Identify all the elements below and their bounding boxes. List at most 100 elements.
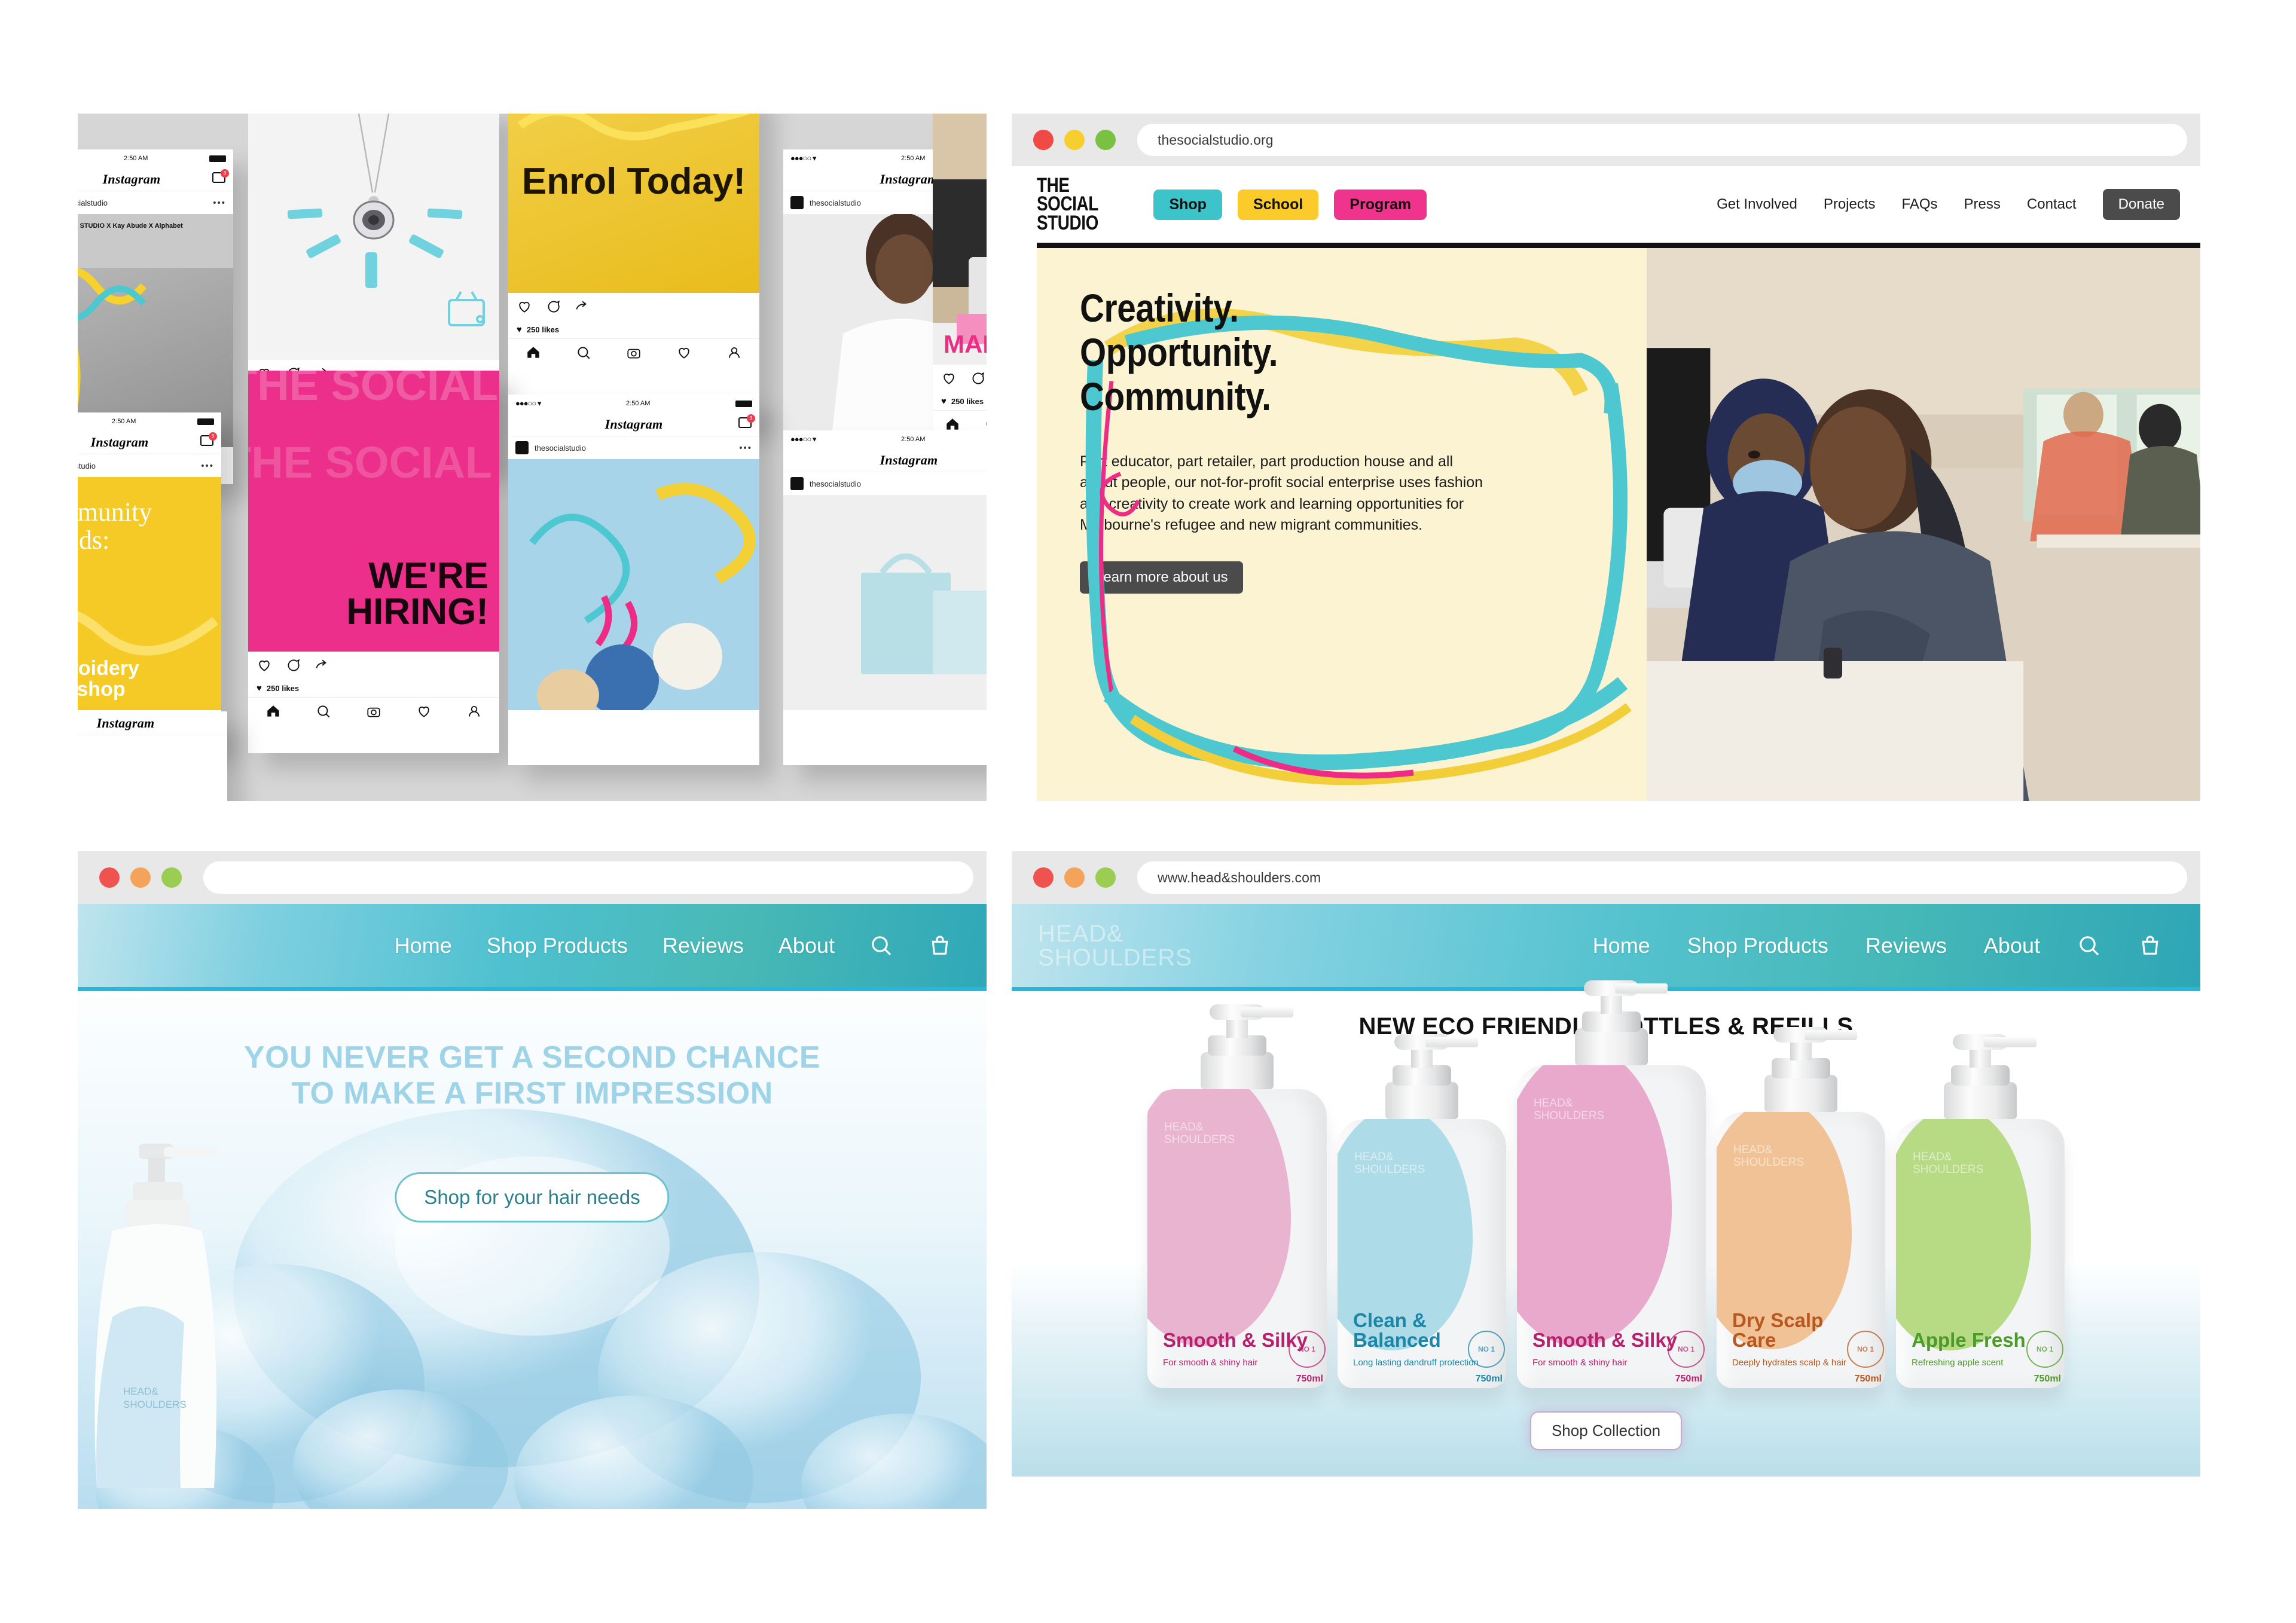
address-bar[interactable]	[203, 861, 973, 894]
product-bottle[interactable]: HEAD& SHOULDERS Smooth & Silky For smooth…	[1517, 980, 1706, 1388]
share-icon[interactable]	[314, 658, 329, 673]
home-icon[interactable]	[945, 417, 960, 432]
product-bottle[interactable]: HEAD& SHOULDERS Clean & Balanced Long las…	[1338, 1034, 1506, 1388]
post-actions[interactable]	[508, 293, 759, 320]
like-icon[interactable]	[517, 299, 532, 314]
close-button[interactable]	[99, 867, 120, 888]
product-bottle[interactable]: HEAD& SHOULDERS Dry Scalp Care Deeply hyd…	[1717, 1027, 1885, 1388]
nav-projects[interactable]: Projects	[1824, 196, 1876, 213]
phone-status-bar: ●●●○○ ▾ 2:50 AM	[508, 395, 759, 412]
more-options-icon[interactable]: •••	[739, 443, 752, 453]
instagram-post-card[interactable]: ●●●○○ ▾ 2:50 AM Instagram 3 thesocialstu…	[783, 430, 987, 765]
nav-reviews[interactable]: Reviews	[662, 933, 744, 958]
bottle-body: HEAD& SHOULDERS Apple Fresh Refreshing ap…	[1896, 1119, 2065, 1388]
pill-shop[interactable]: Shop	[1153, 189, 1222, 220]
shop-collection-button[interactable]: Shop Collection	[1529, 1411, 1683, 1450]
nav-home[interactable]: Home	[395, 933, 452, 958]
instagram-post-card[interactable]: THE SOCIAL STUDIO THE SOCIAL STUDIO WE'R…	[248, 371, 499, 753]
comment-icon[interactable]	[285, 658, 301, 673]
instagram-post-card[interactable]: ●●●○○ ▾ 2:50 AM Instagram 3 thesocialstu…	[78, 412, 221, 747]
donate-button[interactable]: Donate	[2102, 189, 2180, 220]
site-logo[interactable]: HEAD& SHOULDERS	[1038, 922, 1192, 970]
nav-press[interactable]: Press	[1964, 196, 2001, 213]
home-icon[interactable]	[265, 704, 281, 719]
direct-message-icon[interactable]: 3	[200, 432, 217, 447]
camera-icon[interactable]	[366, 704, 381, 719]
bottle-body: HEAD& SHOULDERS Smooth & Silky For smooth…	[1147, 1089, 1327, 1388]
post-image: MADE WITH	[933, 114, 987, 365]
bag-icon[interactable]	[928, 934, 952, 958]
nav-reviews[interactable]: Reviews	[1866, 933, 1947, 958]
product-bottle[interactable]: HEAD& SHOULDERS Apple Fresh Refreshing ap…	[1896, 1034, 2065, 1388]
signal-icon: ●●●○○ ▾	[515, 399, 541, 408]
category-pills: Shop School Program	[1153, 189, 1427, 220]
maximize-button[interactable]	[1095, 130, 1116, 150]
nav-home[interactable]: Home	[1593, 933, 1650, 958]
window-controls[interactable]	[99, 867, 182, 888]
instagram-tabbar[interactable]	[248, 697, 499, 725]
post-actions[interactable]	[248, 652, 499, 679]
window-controls[interactable]	[1033, 130, 1116, 150]
maximize-button[interactable]	[161, 867, 182, 888]
instagram-post-card[interactable]: Enrol Today! ♥ 250 likes	[508, 114, 759, 424]
nav-shop-products[interactable]: Shop Products	[487, 933, 628, 958]
nav-faqs[interactable]: FAQs	[1902, 196, 1938, 213]
instagram-wordmark: Instagram	[96, 715, 155, 730]
direct-message-icon[interactable]: 3	[212, 169, 229, 184]
nav-get-involved[interactable]: Get Involved	[1717, 196, 1797, 213]
close-button[interactable]	[1033, 130, 1054, 150]
comment-icon[interactable]	[545, 299, 561, 314]
share-icon[interactable]	[574, 299, 590, 314]
search-icon[interactable]	[576, 345, 591, 360]
profile-icon[interactable]	[466, 704, 482, 719]
instagram-wordmark: Instagram	[102, 171, 161, 187]
shop-hair-needs-button[interactable]: Shop for your hair needs	[395, 1172, 670, 1222]
logo-line-2: SOCIAL	[1037, 192, 1098, 216]
post-actions[interactable]	[933, 365, 987, 392]
more-options-icon[interactable]: •••	[201, 461, 214, 471]
post-image	[248, 114, 499, 360]
minimize-button[interactable]	[1064, 867, 1085, 888]
search-icon[interactable]	[869, 934, 893, 958]
maximize-button[interactable]	[1095, 867, 1116, 888]
profile-icon[interactable]	[726, 345, 742, 360]
nav-about[interactable]: About	[778, 933, 835, 958]
nav-shop-products[interactable]: Shop Products	[1687, 933, 1828, 958]
pill-program[interactable]: Program	[1334, 189, 1427, 220]
like-icon[interactable]	[257, 658, 272, 673]
search-icon[interactable]	[984, 417, 987, 432]
instagram-tabbar[interactable]	[508, 338, 759, 366]
post-author-row[interactable]: thesocialstudio •••	[508, 436, 759, 459]
post-author-row[interactable]: thesocialstudio •••	[78, 191, 233, 214]
activity-icon[interactable]	[416, 704, 432, 719]
instagram-post-card[interactable]: ●●●○○ ▾ 2:50 AM Instagram 3 thesocialstu…	[508, 395, 759, 765]
direct-message-icon[interactable]: 3	[738, 414, 755, 429]
more-options-icon[interactable]: •••	[213, 198, 226, 208]
search-icon[interactable]	[316, 704, 331, 719]
bottle-size: 750ml	[1475, 1374, 1503, 1384]
bag-icon[interactable]	[2138, 934, 2162, 958]
activity-icon[interactable]	[676, 345, 692, 360]
instagram-post-card[interactable]: MADE WITH ♥ 250 likes	[933, 114, 987, 442]
comment-icon[interactable]	[970, 371, 985, 386]
address-bar[interactable]: thesocialstudio.org	[1137, 124, 2187, 156]
search-icon[interactable]	[2077, 934, 2101, 958]
like-icon[interactable]	[941, 371, 957, 386]
nav-contact[interactable]: Contact	[2027, 196, 2077, 213]
instagram-header: Instagram	[78, 711, 227, 735]
address-bar[interactable]: www.head&shoulders.com	[1137, 861, 2187, 894]
product-bottle[interactable]: HEAD& SHOULDERS Smooth & Silky For smooth…	[1147, 1004, 1327, 1388]
minimize-button[interactable]	[1064, 130, 1085, 150]
close-button[interactable]	[1033, 867, 1054, 888]
window-controls[interactable]	[1033, 867, 1116, 888]
home-icon[interactable]	[526, 345, 541, 360]
minimize-button[interactable]	[130, 867, 151, 888]
camera-icon[interactable]	[626, 345, 642, 360]
site-logo[interactable]: THE SOCIAL STUDIO	[1037, 175, 1098, 233]
nav-about[interactable]: About	[1984, 933, 2040, 958]
graphic-line-3: Embroidery	[78, 656, 139, 680]
post-author-row[interactable]: thesocialstudio •••	[783, 472, 987, 495]
post-author-row[interactable]: thesocialstudio •••	[78, 454, 221, 477]
pill-school[interactable]: School	[1237, 189, 1319, 220]
instagram-post-card[interactable]: Instagram	[78, 711, 227, 801]
